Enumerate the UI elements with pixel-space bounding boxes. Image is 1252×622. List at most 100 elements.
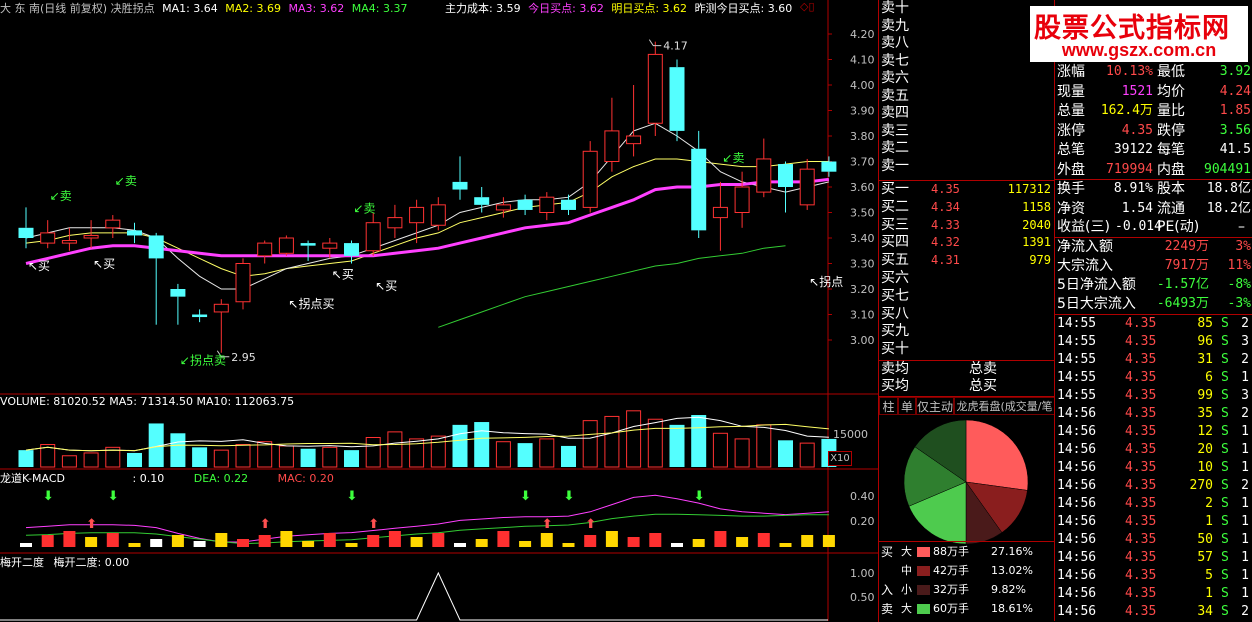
tick-row: 14:56 4.35 10 S 1: [1055, 459, 1252, 477]
volume-bar: [235, 444, 251, 468]
tick-row: 14:55 4.35 85 S 2: [1055, 315, 1252, 333]
signal-label: ↖买: [28, 259, 50, 273]
buy-level-row[interactable]: 买七: [879, 288, 1055, 305]
tab-active-only[interactable]: 仅主动: [916, 397, 954, 415]
sell-level-row[interactable]: 卖三: [879, 123, 1055, 140]
tick-side: S: [1221, 478, 1229, 493]
buy-level-row[interactable]: 买十: [879, 341, 1055, 358]
buy-level-row[interactable]: 买四 4.32 1391: [879, 234, 1055, 251]
capital-percent: 3%: [1235, 239, 1251, 254]
buy-level-row[interactable]: 买六: [879, 270, 1055, 287]
sell-level-row[interactable]: 卖六: [879, 70, 1055, 87]
macd-down-arrow: ⬇: [520, 489, 531, 504]
buy-level-row[interactable]: 买一 4.35 117312: [879, 181, 1055, 198]
sell-level-row[interactable]: 卖十: [879, 0, 1055, 17]
candle[interactable]: [278, 235, 294, 256]
volume-bar: [691, 415, 707, 467]
candle[interactable]: [647, 41, 663, 136]
buy-level-row[interactable]: 买二 4.34 1158: [879, 199, 1055, 216]
macd-down-arrow: ⬇: [564, 489, 575, 504]
macd-bar: [649, 533, 662, 547]
tab-single[interactable]: 单: [898, 397, 916, 415]
candle[interactable]: [669, 59, 685, 142]
flow-swatch: [917, 604, 930, 614]
flow-size: 小: [901, 583, 912, 596]
tick-count: 1: [1241, 442, 1249, 457]
tick-side: S: [1221, 442, 1229, 457]
sell-level-row[interactable]: 卖九: [879, 18, 1055, 35]
buy-level-row[interactable]: 买八: [879, 306, 1055, 323]
mei-value: 梅开二度: 0.00: [53, 556, 130, 569]
chart-title: 大 东 南(日线 前复权) 决胜拐点: [0, 2, 155, 15]
macd-mac: MAC: 0.20: [277, 472, 334, 485]
sell-level-label: 卖八: [881, 35, 909, 51]
tick-side: S: [1221, 370, 1229, 385]
flow-sell-side: 卖: [881, 602, 894, 616]
tab-dragon-tiger[interactable]: 龙虎看盘(成交量/笔: [954, 397, 1055, 415]
tick-time: 14:55: [1057, 370, 1097, 385]
kline-chart[interactable]: 4.20 4.10 4.00 3.90 3.80 3.70 3.60 3.50 3.40 3.30…: [0, 0, 878, 621]
quote-panel: 涨幅 10.13% 最低 3.92 现量 1521 均价 4.24 总量 162…: [1054, 0, 1252, 621]
quote-value: 39122: [1113, 142, 1153, 157]
sell-level-row[interactable]: 卖五: [879, 88, 1055, 105]
tick-volume: 57: [1197, 550, 1213, 565]
volume-bar: [83, 452, 99, 468]
volume-bar: [257, 441, 273, 468]
flow-row: 大 88万手 27.16%: [879, 543, 1055, 561]
sell-level-label: 卖六: [881, 70, 909, 86]
buy-level-row[interactable]: 买五 4.31 979: [879, 252, 1055, 269]
macd-down-arrow: ⬇: [108, 489, 119, 504]
flow-row: 大 60万手 18.61%: [879, 600, 1055, 618]
tick-price: 4.35: [1125, 442, 1157, 457]
tick-price: 4.35: [1125, 478, 1157, 493]
tick-time: 14:55: [1057, 316, 1097, 331]
yest-buy-label: 昨测今日买点: 3.60: [694, 2, 793, 15]
macd-axis-bottom: 0.20: [850, 515, 875, 528]
buy-level-price: 4.35: [931, 182, 960, 196]
signal-label: ↙拐点卖: [180, 353, 226, 368]
window-controls[interactable]: ◇▯: [800, 0, 826, 14]
sell-level-row[interactable]: 卖七: [879, 53, 1055, 70]
avg-buy-row: 买均 总买: [879, 377, 1055, 395]
capital-label: 净流入额: [1057, 239, 1113, 255]
tick-time: 14:56: [1057, 604, 1097, 619]
tick-price: 4.35: [1125, 388, 1157, 403]
sell-level-row[interactable]: 卖八: [879, 35, 1055, 52]
volume-unit-badge[interactable]: X10: [828, 451, 852, 466]
sell-level-row[interactable]: 卖四: [879, 105, 1055, 122]
quote-label: 总量: [1057, 103, 1085, 119]
macd-bar: [410, 537, 423, 547]
capital-value: -6493万: [1156, 296, 1209, 311]
buy-level-row[interactable]: 买九: [879, 323, 1055, 340]
price-axis-label: 4.00: [850, 79, 875, 92]
tab-bar-chart[interactable]: 柱: [879, 397, 898, 415]
tick-price: 4.35: [1125, 532, 1157, 547]
buy-level-volume: 117312: [1007, 182, 1051, 196]
macd-dea: DEA: 0.22: [193, 472, 249, 485]
sell-level-row[interactable]: 卖二: [879, 140, 1055, 157]
volume-bar: [734, 438, 750, 468]
quote-value: 3.92: [1219, 64, 1251, 79]
tick-volume: 85: [1197, 316, 1213, 331]
flow-amount: 60万手: [933, 602, 969, 615]
macd-bar: [367, 535, 380, 547]
candle[interactable]: [235, 258, 251, 310]
sell-level-label: 卖十: [881, 0, 909, 16]
tick-row: 14:56 4.35 5 S 1: [1055, 567, 1252, 585]
tick-count: 2: [1241, 406, 1249, 421]
price-axis-label: 3.00: [850, 334, 875, 347]
buy-level-row[interactable]: 买三 4.33 2040: [879, 217, 1055, 234]
candle[interactable]: [582, 141, 598, 213]
quote-label: 流通: [1157, 200, 1185, 217]
macd-header: 龙道K-MACD : 0.10 DEA: 0.22 MAC: 0.20: [0, 470, 828, 485]
macd-bar: [63, 531, 76, 547]
macd-bar: [237, 539, 249, 547]
sell-level-row[interactable]: 卖一: [879, 158, 1055, 175]
tomorrow-buy-label: 明日买点: 3.62: [611, 2, 688, 15]
tick-row: 14:56 4.35 2 S 1: [1055, 495, 1252, 513]
tick-row: 14:56 4.35 12 S 1: [1055, 423, 1252, 441]
macd-up-arrow: ⬆: [585, 517, 596, 532]
tick-time: 14:56: [1057, 478, 1097, 493]
sell-level-label: 卖五: [881, 87, 909, 104]
high-price-label: 4.17: [663, 40, 688, 53]
